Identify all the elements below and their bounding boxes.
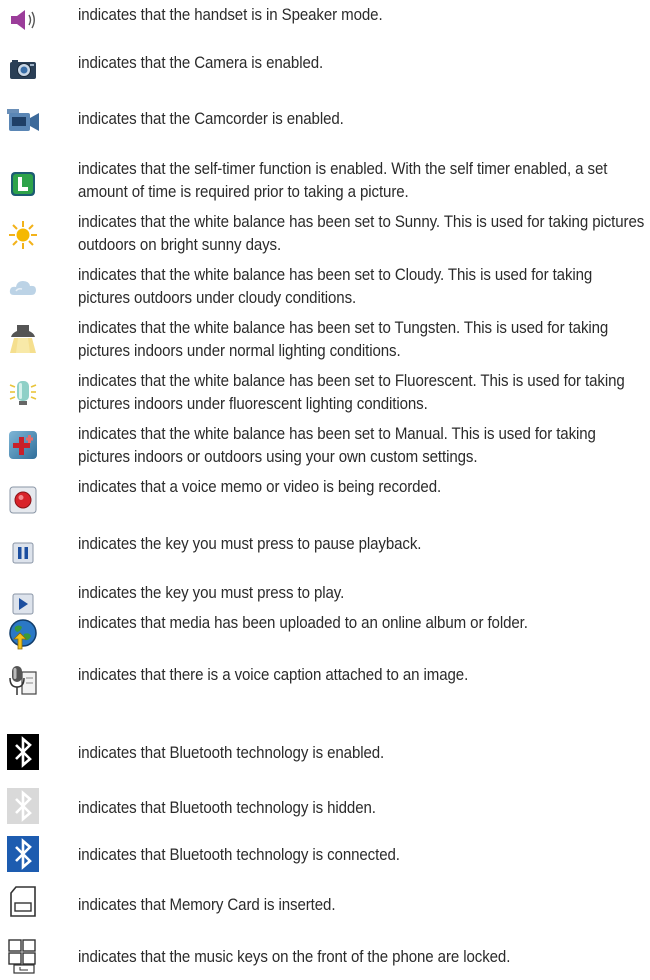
icon-description: indicates that Memory Card is inserted.	[78, 896, 336, 914]
music-keys-locked-icon	[6, 939, 40, 974]
camera-icon	[6, 52, 40, 84]
white-balance-manual-icon	[6, 429, 40, 461]
pause-icon	[6, 537, 40, 569]
bluetooth-hidden-icon	[6, 788, 40, 824]
self-timer-icon	[6, 168, 40, 200]
icon-description: indicates that the white balance has bee…	[78, 425, 596, 466]
white-balance-cloudy-icon	[6, 272, 40, 304]
icon-description: indicates that the white balance has bee…	[78, 213, 645, 254]
icon-description: indicates that the white balance has bee…	[78, 266, 593, 307]
record-icon	[6, 484, 40, 516]
bluetooth-enabled-icon	[6, 734, 40, 770]
icon-description: indicates that the self-timer function i…	[78, 160, 608, 201]
icon-description: indicates that Bluetooth technology is e…	[78, 744, 385, 762]
icon-description: indicates that the Camcorder is enabled.	[78, 110, 344, 128]
icon-description: indicates that media has been uploaded t…	[78, 614, 528, 632]
online-album-upload-icon	[6, 618, 40, 650]
bluetooth-connected-icon	[6, 836, 40, 872]
icon-description: indicates that the Camera is enabled.	[78, 54, 324, 72]
white-balance-fluorescent-icon	[6, 376, 40, 408]
white-balance-tungsten-icon	[6, 323, 40, 355]
icon-description: indicates that the handset is in Speaker…	[78, 6, 383, 24]
camcorder-icon	[6, 104, 40, 136]
memory-card-icon	[6, 886, 40, 918]
icon-description: indicates that the music keys on the fro…	[78, 948, 511, 966]
white-balance-sunny-icon	[6, 219, 40, 251]
speaker-icon	[6, 4, 40, 36]
icon-description: indicates that Bluetooth technology is h…	[78, 799, 376, 817]
icon-description: indicates the key you must press to play…	[78, 584, 345, 602]
icon-description: indicates that a voice memo or video is …	[78, 478, 442, 496]
icon-description: indicates that there is a voice caption …	[78, 666, 469, 684]
icon-description: indicates the key you must press to paus…	[78, 535, 422, 553]
voice-caption-icon	[6, 666, 40, 698]
play-icon	[6, 588, 40, 620]
icon-description: indicates that the white balance has bee…	[78, 372, 625, 413]
icon-description: indicates that Bluetooth technology is c…	[78, 846, 400, 864]
icon-description: indicates that the white balance has bee…	[78, 319, 609, 360]
